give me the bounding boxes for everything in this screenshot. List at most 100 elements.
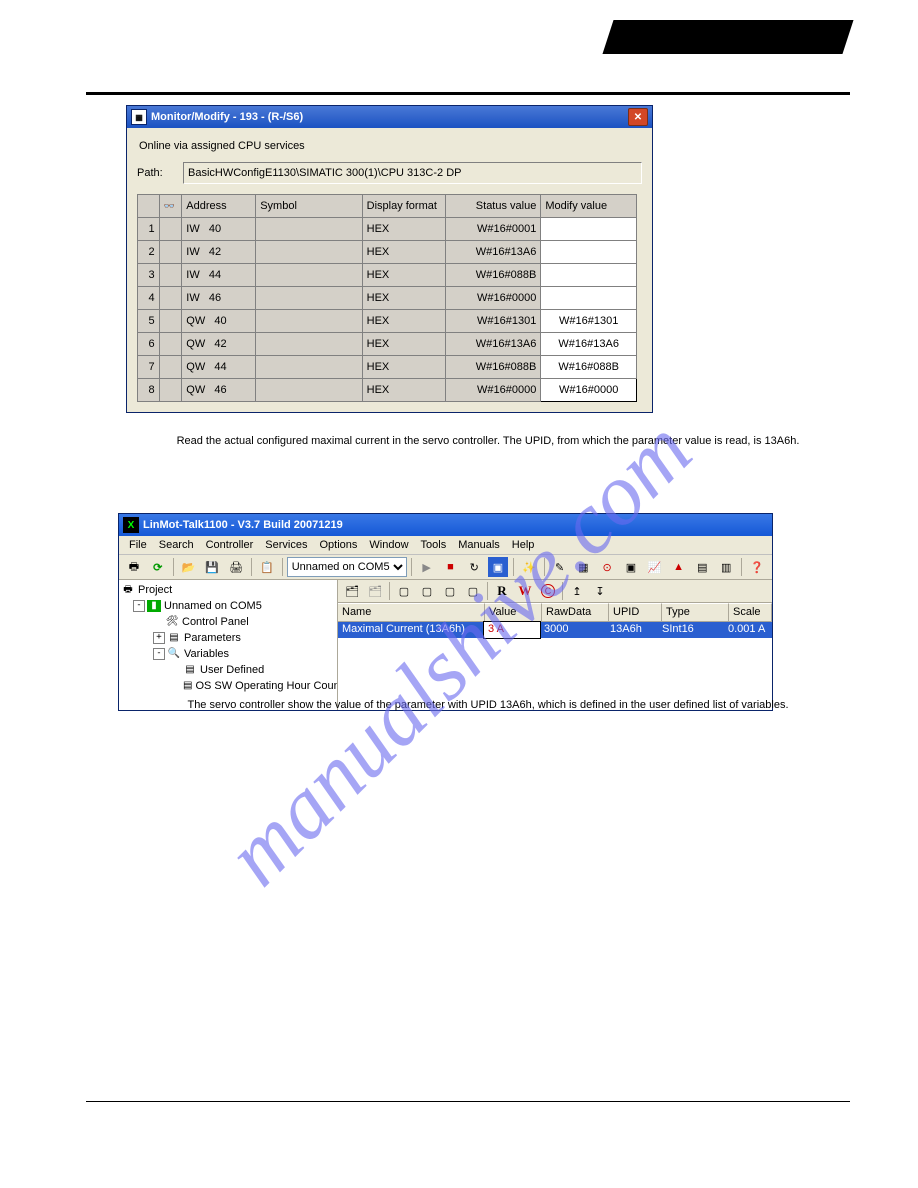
col-upid[interactable]: UPID [609, 603, 662, 621]
print-icon[interactable]: 🖨 [225, 556, 247, 578]
chart-icon[interactable]: 📈 [644, 556, 666, 578]
glasses-icon[interactable] [159, 195, 182, 218]
cell-symbol[interactable] [256, 241, 362, 264]
tree-os-counter[interactable]: ▤OS SW Operating Hour Counter [119, 678, 337, 694]
menu-manuals[interactable]: Manuals [452, 537, 506, 553]
cell-display-format[interactable]: HEX [362, 310, 445, 333]
col-rawdata[interactable]: RawData [542, 603, 609, 621]
titlebar[interactable]: X LinMot-Talk1100 - V3.7 Build 20071219 [119, 514, 772, 536]
cell-symbol[interactable] [256, 264, 362, 287]
cell-value[interactable]: 3 A [484, 622, 540, 638]
refresh-icon[interactable]: ⟳ [147, 556, 169, 578]
play-icon[interactable]: ▶ [416, 556, 438, 578]
cell-modify-value[interactable] [541, 218, 637, 241]
table-row[interactable]: 2IW 42HEXW#16#13A6 [138, 241, 637, 264]
badge2-icon[interactable]: ▢ [416, 581, 438, 601]
clipboard-icon[interactable]: 📋 [256, 556, 278, 578]
write-button[interactable]: W [514, 581, 536, 601]
cell-modify-value[interactable] [541, 264, 637, 287]
cell-display-format[interactable]: HEX [362, 333, 445, 356]
close-icon[interactable]: ✕ [628, 108, 648, 126]
device-select[interactable]: Unnamed on COM5 [287, 557, 407, 577]
cell-display-format[interactable]: HEX [362, 241, 445, 264]
open-icon[interactable]: 📂 [178, 556, 200, 578]
col-address[interactable]: Address [182, 195, 256, 218]
wand-icon[interactable]: ✨ [518, 556, 540, 578]
cell-address[interactable]: IW 40 [182, 218, 256, 241]
menu-help[interactable]: Help [506, 537, 541, 553]
search-icon[interactable]: ⊙ [596, 556, 618, 578]
table-row[interactable]: 6QW 42HEXW#16#13A6W#16#13A6 [138, 333, 637, 356]
tree-user-defined[interactable]: ▤User Defined [119, 662, 337, 678]
tree-root[interactable]: 🖶Project [119, 582, 337, 598]
motor-icon[interactable]: ▣ [487, 556, 509, 578]
menu-search[interactable]: Search [153, 537, 200, 553]
table-row[interactable]: 1IW 40HEXW#16#0001 [138, 218, 637, 241]
col-status-value[interactable]: Status value [445, 195, 541, 218]
card2-icon[interactable]: 🗂 [364, 581, 386, 601]
cell-display-format[interactable]: HEX [362, 264, 445, 287]
badge4-icon[interactable]: ▢ [462, 581, 484, 601]
col-name[interactable]: Name [338, 603, 485, 621]
cell-modify-value[interactable]: W#16#088B [541, 356, 637, 379]
tree-device[interactable]: -▮Unnamed on COM5 [119, 598, 337, 614]
page-icon[interactable]: ▦ [572, 556, 594, 578]
cell-symbol[interactable] [256, 333, 362, 356]
control-icon[interactable]: ▣ [620, 556, 642, 578]
cell-display-format[interactable]: HEX [362, 379, 445, 402]
down-icon[interactable]: ↧ [589, 581, 611, 601]
table-row[interactable]: 5QW 40HEXW#16#1301W#16#1301 [138, 310, 637, 333]
cell-address[interactable]: IW 46 [182, 287, 256, 310]
cell-symbol[interactable] [256, 287, 362, 310]
cell-display-format[interactable]: HEX [362, 218, 445, 241]
col-symbol[interactable]: Symbol [256, 195, 362, 218]
badge1-icon[interactable]: ▢ [393, 581, 415, 601]
list-icon[interactable]: ▤ [691, 556, 713, 578]
cell-display-format[interactable]: HEX [362, 356, 445, 379]
cell-modify-value[interactable]: W#16#1301 [541, 310, 637, 333]
cell-modify-value[interactable] [541, 241, 637, 264]
menu-options[interactable]: Options [313, 537, 363, 553]
cell-display-format[interactable]: HEX [362, 287, 445, 310]
help-icon[interactable]: ❓ [746, 556, 768, 578]
tree-variables[interactable]: -🔍Variables [119, 646, 337, 662]
path-input[interactable] [183, 162, 642, 184]
menu-controller[interactable]: Controller [200, 537, 260, 553]
cell-address[interactable]: QW 42 [182, 333, 256, 356]
col-type[interactable]: Type [662, 603, 729, 621]
read-button[interactable]: R [491, 581, 513, 601]
titlebar[interactable]: ▦ Monitor/Modify - 193 - (R-/S6) ✕ [127, 106, 652, 128]
table-row[interactable]: 8QW 46HEXW#16#0000W#16#0000 [138, 379, 637, 402]
cell-address[interactable]: QW 46 [182, 379, 256, 402]
table-row[interactable]: 3IW 44HEXW#16#088B [138, 264, 637, 287]
table-row[interactable]: Maximal Current (13A6h) 3 A 3000 13A6h S… [338, 622, 772, 638]
table-row[interactable]: 7QW 44HEXW#16#088BW#16#088B [138, 356, 637, 379]
badge3-icon[interactable]: ▢ [439, 581, 461, 601]
project-tree-pane[interactable]: 🖶Project -▮Unnamed on COM5 🛠Control Pane… [119, 580, 338, 710]
cell-modify-value[interactable]: W#16#0000 [541, 379, 637, 402]
cell-address[interactable]: IW 42 [182, 241, 256, 264]
menu-services[interactable]: Services [259, 537, 313, 553]
table-row[interactable]: 4IW 46HEXW#16#0000 [138, 287, 637, 310]
menu-window[interactable]: Window [363, 537, 414, 553]
install-icon[interactable]: 🖶 [123, 556, 145, 578]
warning-icon[interactable]: ▲ [668, 556, 690, 578]
reload-icon[interactable]: ↻ [463, 556, 485, 578]
col-display-format[interactable]: Display format [362, 195, 445, 218]
menu-file[interactable]: File [123, 537, 153, 553]
tree-control-panel[interactable]: 🛠Control Panel [119, 614, 337, 630]
cell-address[interactable]: IW 44 [182, 264, 256, 287]
cell-modify-value[interactable] [541, 287, 637, 310]
save-icon[interactable]: 💾 [201, 556, 223, 578]
card-icon[interactable]: 🗂 [341, 581, 363, 601]
cycle-button[interactable]: C [537, 581, 559, 601]
cell-symbol[interactable] [256, 310, 362, 333]
up-icon[interactable]: ↥ [566, 581, 588, 601]
col-scale[interactable]: Scale [729, 603, 772, 621]
stop-icon[interactable]: ■ [440, 556, 462, 578]
cell-modify-value[interactable]: W#16#13A6 [541, 333, 637, 356]
cell-address[interactable]: QW 44 [182, 356, 256, 379]
cell-address[interactable]: QW 40 [182, 310, 256, 333]
cell-symbol[interactable] [256, 356, 362, 379]
col-value[interactable]: Value [485, 603, 542, 621]
